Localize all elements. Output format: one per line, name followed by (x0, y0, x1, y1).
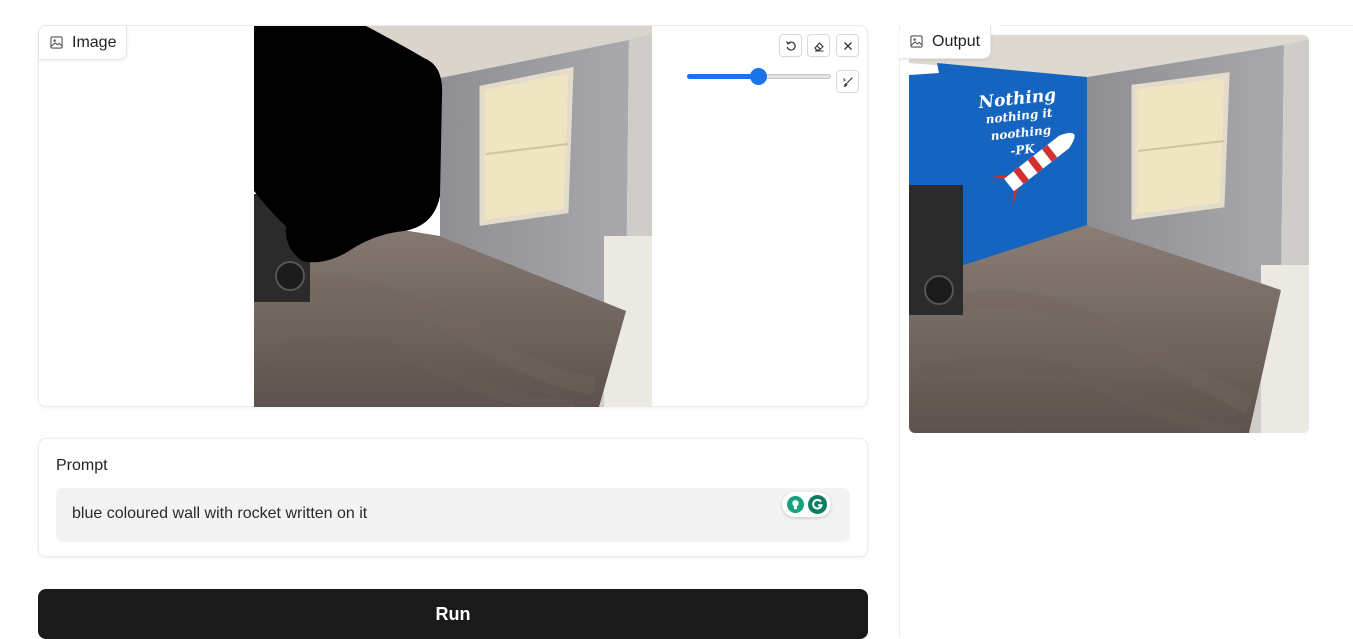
input-image-label-text: Image (72, 33, 117, 51)
grammarly-icon (807, 495, 827, 514)
brush-button[interactable] (836, 70, 859, 93)
image-icon (50, 36, 63, 49)
output-label: Output (899, 25, 992, 59)
brush-size-slider[interactable] (687, 68, 831, 85)
output-panel: Output Nothing nothing it noothing -PK (899, 25, 1309, 445)
input-image-panel: Image (38, 25, 868, 407)
prompt-textarea[interactable]: blue coloured wall with rocket written o… (56, 488, 850, 542)
eraser-icon (813, 41, 824, 51)
prompt-label: Prompt (56, 457, 108, 474)
prompt-panel: Prompt blue coloured wall with rocket wr… (38, 438, 868, 557)
undo-button[interactable] (779, 34, 802, 57)
close-icon (843, 41, 852, 50)
prompt-text: blue coloured wall with rocket written o… (72, 505, 368, 522)
mural-text: Nothing nothing it noothing -PK (972, 85, 1069, 163)
output-image: Nothing nothing it noothing -PK (909, 35, 1309, 433)
grammarly-widget[interactable] (782, 492, 831, 517)
eraser-button[interactable] (807, 34, 830, 57)
close-button[interactable] (836, 34, 859, 57)
output-label-text: Output (932, 32, 981, 50)
bulb-icon (786, 496, 804, 513)
input-image-label: Image (39, 26, 128, 60)
run-button[interactable]: Run (38, 589, 868, 639)
brush-icon (842, 76, 853, 87)
undo-icon (785, 40, 796, 51)
image-icon (910, 35, 923, 48)
slider-fill (687, 74, 758, 79)
slider-thumb[interactable] (749, 68, 767, 85)
input-image-canvas[interactable] (254, 26, 652, 407)
